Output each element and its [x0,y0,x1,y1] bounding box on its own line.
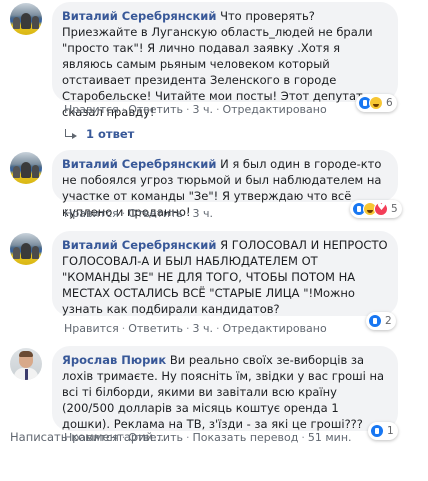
write-comment-input[interactable]: Написать комментарий... [10,430,164,444]
reactions-summary[interactable]: 6 [356,94,397,112]
edited-label[interactable]: Отредактировано [222,103,326,116]
comment-bubble: Виталий Серебрянский И я был один в горо… [52,150,398,219]
love-icon [374,202,388,216]
comment-bubble: Виталий Серебрянский Я ГОЛОСОВАЛ И НЕПРО… [52,231,398,316]
avatar[interactable] [10,348,42,380]
like-icon [368,314,382,328]
reactions-summary[interactable]: 1 [368,422,398,440]
comment-actions: Нравится · Ответить · 3 ч. [64,207,213,220]
edited-label[interactable]: Отредактировано [222,322,326,335]
timestamp[interactable]: 3 ч. [192,103,213,116]
avatar[interactable] [10,233,42,265]
reply-link[interactable]: Ответить [128,322,183,335]
haha-icon [369,96,383,110]
comment-actions: Нравится · Ответить · 3 ч. · Отредактировано [64,103,327,116]
avatar[interactable] [10,152,42,184]
view-replies-link[interactable]: 1 ответ [64,127,134,141]
comment-author[interactable]: Ярослав Пюрик [62,353,166,367]
comment-bubble: Виталий Серебрянский Что проверять? Прие… [52,2,398,119]
like-link[interactable]: Нравится [64,103,119,116]
reply-arrow-icon [64,129,78,139]
comment-author[interactable]: Виталий Серебрянский [62,9,216,23]
comment-bubble: Ярослав Пюрик Ви реально своїх зе-виборц… [52,346,398,431]
reaction-count: 6 [386,97,393,109]
like-link[interactable]: Нравится [64,322,119,335]
comment-actions: Нравится · Ответить · 3 ч. · Отредактировано [64,322,327,335]
reply-link[interactable]: Ответить [128,207,183,220]
timestamp[interactable]: 51 мин. [308,431,352,444]
comment-author[interactable]: Виталий Серебрянский [62,238,216,252]
reply-link[interactable]: Ответить [128,103,183,116]
replies-count[interactable]: 1 ответ [86,127,134,141]
avatar[interactable] [10,3,42,35]
reactions-summary[interactable]: 2 [366,312,396,330]
reactions-summary[interactable]: 5 [350,200,402,218]
like-link[interactable]: Нравится [64,207,119,220]
show-translation-link[interactable]: Показать перевод [192,431,298,444]
timestamp[interactable]: 3 ч. [192,322,213,335]
like-icon [370,424,384,438]
reaction-count: 2 [385,315,392,327]
reaction-count: 5 [391,203,398,215]
comment-author[interactable]: Виталий Серебрянский [62,157,216,171]
reaction-count: 1 [387,425,394,437]
timestamp[interactable]: 3 ч. [192,207,213,220]
